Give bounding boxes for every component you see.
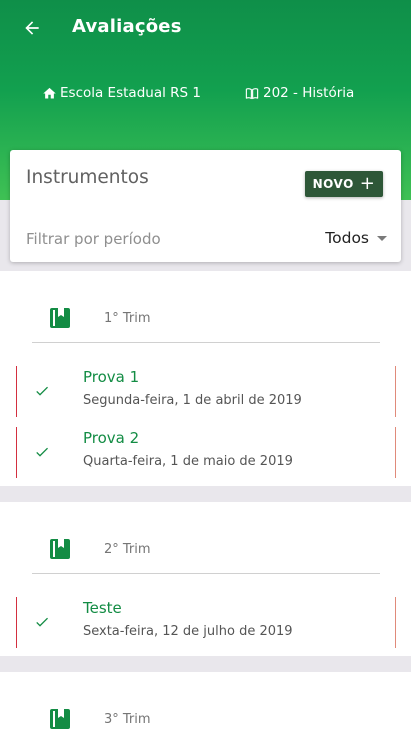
assessment-item[interactable]: Prova 2 Quarta-feira, 1 de maio de 2019: [16, 427, 396, 478]
instruments-title: Instrumentos: [26, 167, 149, 188]
instruments-card: Instrumentos NOVO + Filtrar por período …: [10, 150, 401, 262]
school-name: Escola Estadual RS 1: [60, 85, 201, 101]
assessment-title: Prova 1: [83, 368, 140, 386]
period-section: 1° Trim Prova 1 Segunda-feira, 1 de abri…: [0, 271, 411, 486]
assessment-date: Quarta-feira, 1 de maio de 2019: [83, 454, 293, 469]
back-arrow-icon[interactable]: [22, 18, 42, 38]
assessment-title: Teste: [83, 599, 122, 617]
check-icon: [36, 617, 48, 627]
period-label: 1° Trim: [104, 311, 151, 326]
assessment-date: Segunda-feira, 1 de abril de 2019: [83, 393, 302, 408]
plus-icon: +: [359, 173, 376, 194]
period-label: 3° Trim: [104, 712, 151, 727]
book-icon: [50, 539, 70, 559]
assessment-item[interactable]: Teste Sexta-feira, 12 de julho de 2019: [16, 597, 396, 648]
home-icon: [43, 87, 56, 98]
period-section-header: 3° Trim: [0, 672, 411, 732]
dropdown-caret-icon: [377, 235, 387, 241]
check-icon: [36, 447, 48, 457]
class-label: 202 - História: [244, 85, 354, 101]
period-section-header: 1° Trim: [0, 271, 411, 343]
assessment-item[interactable]: Prova 1 Segunda-feira, 1 de abril de 201…: [16, 366, 396, 417]
check-icon: [36, 386, 48, 396]
assessment-date: Sexta-feira, 12 de julho de 2019: [83, 624, 293, 639]
period-filter-value: Todos: [325, 229, 369, 247]
class-name: 202 - História: [263, 85, 355, 101]
divider: [32, 342, 380, 343]
assessment-title: Prova 2: [83, 429, 140, 447]
new-instrument-button[interactable]: NOVO +: [305, 171, 383, 197]
period-filter-label: Filtrar por período: [26, 230, 161, 248]
period-filter-select[interactable]: Todos: [325, 229, 387, 247]
new-button-label: NOVO: [312, 177, 354, 191]
open-book-icon: [245, 87, 259, 99]
period-section-header: 2° Trim: [0, 502, 411, 574]
divider: [32, 573, 380, 574]
book-icon: [50, 308, 70, 328]
period-section: 2° Trim Teste Sexta-feira, 12 de julho d…: [0, 502, 411, 656]
school-label: Escola Estadual RS 1: [42, 85, 201, 101]
period-label: 2° Trim: [104, 542, 151, 557]
page-title: Avaliações: [72, 16, 182, 37]
period-section: 3° Trim: [0, 672, 411, 732]
book-icon: [50, 709, 70, 729]
